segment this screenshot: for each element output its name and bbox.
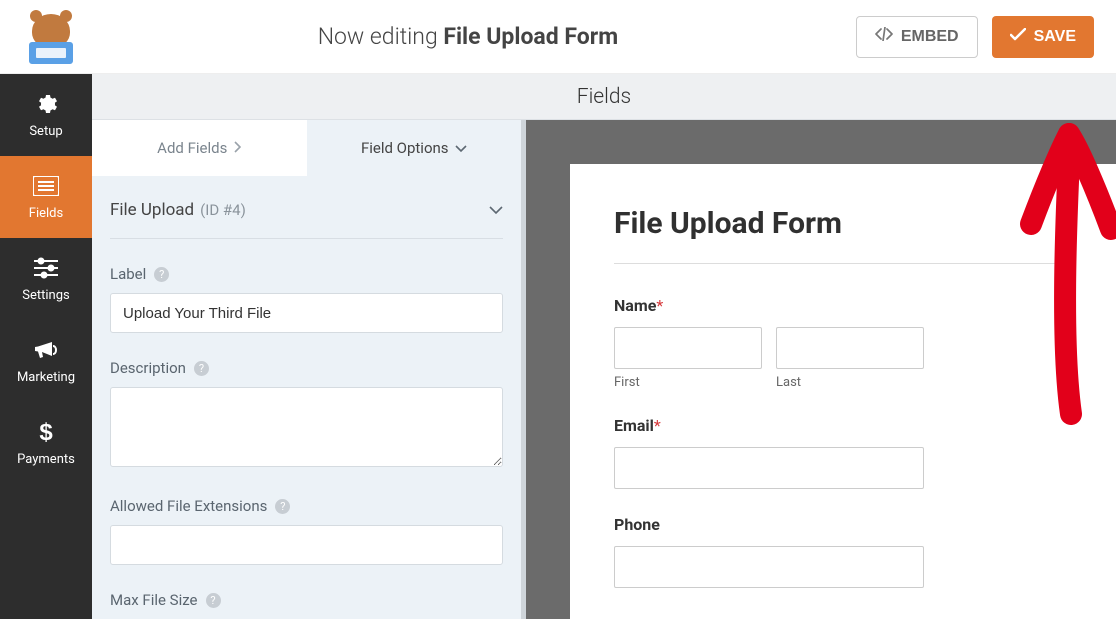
description-textarea[interactable] xyxy=(110,387,503,467)
field-id-text: (ID #4) xyxy=(200,201,246,219)
form-name: File Upload Form xyxy=(443,23,618,50)
code-icon xyxy=(875,27,893,46)
accordion-title: File Upload xyxy=(110,200,194,220)
top-bar: Now editing File Upload Form EMBED SAVE xyxy=(0,0,1116,74)
first-name-input[interactable] xyxy=(614,327,762,369)
preview-name-field[interactable]: Name* First Last xyxy=(614,296,1072,390)
divider xyxy=(614,263,1072,264)
first-sublabel: First xyxy=(614,375,762,390)
megaphone-icon xyxy=(33,337,59,363)
required-mark: * xyxy=(654,416,661,435)
sidebar-label: Fields xyxy=(29,206,63,221)
chevron-down-icon xyxy=(489,200,503,220)
save-label: SAVE xyxy=(1034,28,1076,46)
phone-label: Phone xyxy=(614,515,660,534)
sidebar-item-setup[interactable]: Setup xyxy=(0,74,92,156)
help-icon[interactable]: ? xyxy=(194,361,209,376)
sidebar-item-fields[interactable]: Fields xyxy=(0,156,92,238)
svg-text:$: $ xyxy=(39,419,53,445)
sidebar-label: Marketing xyxy=(17,370,75,385)
tab-label: Add Fields xyxy=(157,139,227,157)
now-editing-prefix: Now editing xyxy=(318,23,444,50)
embed-label: EMBED xyxy=(901,28,959,46)
sidebar-item-settings[interactable]: Settings xyxy=(0,238,92,320)
description-caption: Description xyxy=(110,359,186,377)
form-preview: File Upload Form Name* First xyxy=(570,164,1116,619)
help-icon[interactable]: ? xyxy=(206,593,221,608)
sidebar-item-marketing[interactable]: Marketing xyxy=(0,320,92,402)
check-icon xyxy=(1010,28,1026,46)
tab-field-options[interactable]: Field Options xyxy=(307,120,522,176)
tab-add-fields[interactable]: Add Fields xyxy=(92,120,307,176)
editing-title: Now editing File Upload Form xyxy=(80,23,856,50)
sidebar-item-payments[interactable]: $ Payments xyxy=(0,402,92,484)
allowed-ext-caption: Allowed File Extensions xyxy=(110,497,267,515)
chevron-right-icon xyxy=(233,139,241,157)
sidebar-label: Setup xyxy=(29,124,62,139)
tab-label: Field Options xyxy=(361,139,449,157)
accordion-header[interactable]: File Upload (ID #4) xyxy=(110,176,503,239)
sidebar-label: Settings xyxy=(22,288,69,303)
save-button[interactable]: SAVE xyxy=(992,16,1094,58)
label-input[interactable] xyxy=(110,293,503,333)
last-sublabel: Last xyxy=(776,375,924,390)
email-label: Email xyxy=(614,416,654,435)
preview-wrapper: File Upload Form Name* First xyxy=(526,120,1116,619)
preview-heading: File Upload Form xyxy=(614,206,1072,241)
page-title: Fields xyxy=(92,74,1116,120)
help-icon[interactable]: ? xyxy=(275,499,290,514)
sliders-icon xyxy=(33,255,59,281)
app-logo xyxy=(22,10,80,64)
phone-input[interactable] xyxy=(614,546,924,588)
help-icon[interactable]: ? xyxy=(154,267,169,282)
dollar-icon: $ xyxy=(33,419,59,445)
list-icon xyxy=(33,173,59,199)
label-caption: Label xyxy=(110,265,146,283)
gear-icon xyxy=(33,91,59,117)
name-label: Name xyxy=(614,296,656,315)
embed-button[interactable]: EMBED xyxy=(856,16,978,58)
email-input[interactable] xyxy=(614,447,924,489)
preview-phone-field[interactable]: Phone xyxy=(614,515,1072,588)
last-name-input[interactable] xyxy=(776,327,924,369)
field-options-panel: Add Fields Field Options File U xyxy=(92,120,526,619)
preview-email-field[interactable]: Email* xyxy=(614,416,1072,489)
sidebar-label: Payments xyxy=(17,452,75,467)
max-size-caption: Max File Size xyxy=(110,591,198,609)
chevron-down-icon xyxy=(455,139,467,157)
sidebar: Setup Fields Settings Marketing $ Paymen… xyxy=(0,74,92,619)
allowed-ext-input[interactable] xyxy=(110,525,503,565)
required-mark: * xyxy=(656,296,663,315)
